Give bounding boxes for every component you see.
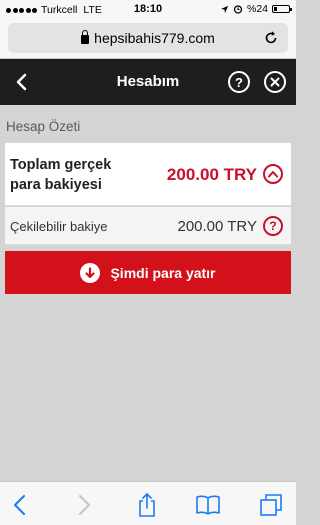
network-type: LTE bbox=[83, 4, 102, 16]
withdrawable-balance-label: Çekilebilir bakiye bbox=[10, 219, 108, 234]
bookmarks-icon[interactable] bbox=[195, 492, 221, 518]
battery-icon bbox=[272, 5, 292, 13]
total-balance-row[interactable]: Toplam gerçek para bakiyesi 200.00 TRY bbox=[5, 143, 291, 206]
total-balance-label: Toplam gerçek para bakiyesi bbox=[10, 157, 112, 193]
battery-percent: %24 bbox=[246, 3, 268, 15]
carrier-name: Turkcell bbox=[41, 4, 78, 16]
arrow-down-circle-icon bbox=[80, 262, 101, 283]
collapse-button[interactable] bbox=[263, 164, 283, 184]
page-title: Hesabım bbox=[116, 73, 180, 90]
lock-icon bbox=[81, 29, 90, 44]
browser-address-area: hepsibahis779.com bbox=[0, 20, 296, 59]
browser-toolbar bbox=[0, 481, 296, 525]
browser-forward-button[interactable] bbox=[70, 492, 96, 518]
reload-icon[interactable] bbox=[262, 29, 280, 47]
deposit-button-label: Şimdi para yatır bbox=[110, 264, 216, 281]
status-bar: Turkcell LTE 18:10 %24 bbox=[0, 0, 296, 20]
tabs-icon[interactable] bbox=[258, 492, 284, 518]
signal-strength-icon bbox=[6, 7, 37, 13]
withdrawable-balance-row: Çekilebilir bakiye 200.00 TRY ? bbox=[5, 207, 291, 245]
close-button[interactable] bbox=[264, 71, 286, 93]
alarm-clock-icon bbox=[233, 5, 243, 14]
browser-back-button[interactable] bbox=[8, 492, 34, 518]
deposit-button[interactable]: Şimdi para yatır bbox=[5, 251, 291, 294]
app-header: Hesabım ? bbox=[0, 59, 296, 105]
withdrawable-balance-amount: 200.00 TRY bbox=[177, 218, 257, 235]
chevron-up-icon bbox=[268, 171, 278, 178]
section-title: Hesap Özeti bbox=[6, 119, 81, 134]
withdrawable-info-button[interactable]: ? bbox=[263, 216, 283, 236]
url-text: hepsibahis779.com bbox=[94, 30, 215, 46]
address-bar[interactable]: hepsibahis779.com bbox=[8, 23, 288, 53]
location-arrow-icon bbox=[220, 5, 229, 13]
total-balance-amount: 200.00 TRY bbox=[166, 165, 257, 184]
help-button[interactable]: ? bbox=[228, 71, 250, 93]
close-icon bbox=[270, 77, 280, 87]
share-icon[interactable] bbox=[134, 492, 160, 518]
